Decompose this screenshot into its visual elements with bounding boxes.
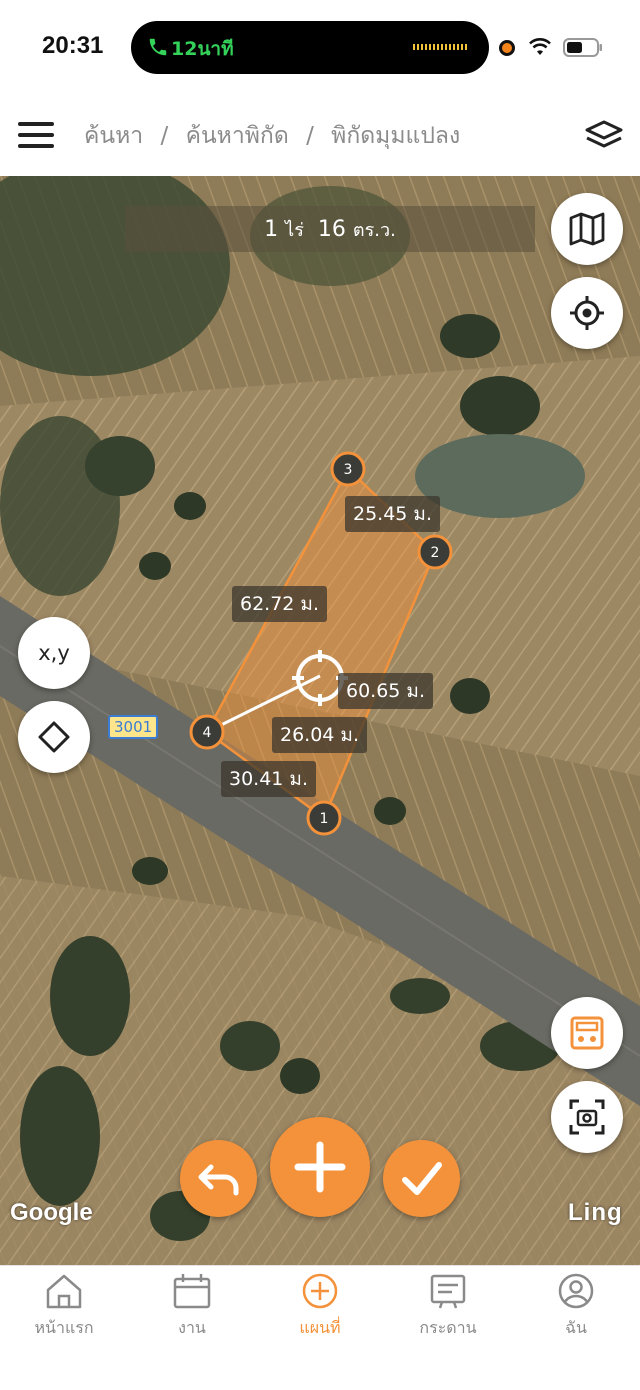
check-icon — [401, 1161, 442, 1195]
measurement-side-4-1: 30.41 ม. — [221, 761, 316, 797]
call-indicator[interactable]: 12นาที — [131, 21, 489, 74]
screenshot-icon — [569, 1099, 605, 1135]
nav-label-home: หน้าแรก — [34, 1318, 94, 1337]
battery-icon — [563, 38, 602, 57]
app-watermark: Ling — [568, 1199, 623, 1226]
plus-icon — [294, 1141, 346, 1193]
area-wa-unit: ตร.ว. — [352, 219, 396, 241]
xy-coordinate-button[interactable]: x,y — [18, 617, 90, 689]
measurement-side-2-1: 60.65 ม. — [338, 673, 433, 709]
nav-item-map[interactable]: แผนที่ — [260, 1272, 380, 1362]
breadcrumb-item-coordinate-search[interactable]: ค้นหาพิกัด — [186, 123, 289, 149]
measurement-diagonal: 26.04 ม. — [272, 717, 367, 753]
nav-item-me[interactable]: ฉัน — [516, 1272, 636, 1362]
top-app-bar: ค้นหา / ค้นหาพิกัด / พิกัดมุมแปลง — [0, 96, 640, 176]
vertex-1-label: 1 — [320, 811, 329, 827]
nav-label-tasks: งาน — [178, 1318, 206, 1337]
breadcrumb: ค้นหา / ค้นหาพิกัด / พิกัดมุมแปลง — [84, 118, 460, 154]
area-rai-value: 1 — [264, 216, 279, 242]
vertex-2-label: 2 — [431, 545, 440, 561]
app-screen: 20:31 12นาที ค้นหา / ค้นหาพิกัด / พิกัดม… — [0, 0, 640, 1390]
bottom-navigation: หน้าแรก งาน แผนที่ กระดาน ฉัน — [0, 1265, 640, 1390]
board-icon — [430, 1274, 466, 1309]
nav-item-home[interactable]: หน้าแรก — [4, 1272, 124, 1362]
calculator-icon — [570, 1016, 604, 1050]
call-duration: 12นาที — [171, 38, 234, 60]
status-time: 20:31 — [42, 32, 104, 59]
breadcrumb-separator: / — [306, 123, 314, 149]
google-attribution: Google — [10, 1199, 93, 1226]
satellite-map[interactable]: 1 2 3 4 1 ไร่ 16 ตร.ว. 25.45 ม. 62.72 ม.… — [0, 176, 640, 1265]
user-icon — [558, 1273, 594, 1309]
hamburger-menu-icon[interactable] — [18, 122, 54, 148]
locate-me-button[interactable] — [551, 277, 623, 349]
undo-button[interactable] — [180, 1140, 257, 1217]
phone-icon — [149, 38, 167, 56]
area-wa-value: 16 — [317, 216, 346, 242]
recording-dot-icon — [499, 40, 515, 56]
nav-label-board: กระดาน — [419, 1318, 477, 1337]
screenshot-button[interactable] — [551, 1081, 623, 1153]
map-icon — [569, 212, 605, 246]
locate-icon — [570, 296, 604, 330]
polygon-mode-button[interactable] — [18, 701, 90, 773]
diamond-icon — [38, 721, 70, 753]
road-number-badge: 3001 — [108, 715, 159, 739]
breadcrumb-separator: / — [160, 123, 169, 149]
vertex-4-label: 4 — [203, 725, 212, 741]
undo-icon — [198, 1164, 238, 1195]
audio-wave-icon — [413, 44, 469, 50]
confirm-button[interactable] — [383, 1140, 460, 1217]
area-summary: 1 ไร่ 16 ตร.ว. — [125, 206, 535, 252]
wifi-icon — [529, 38, 551, 55]
add-point-button[interactable] — [270, 1117, 370, 1217]
measurement-side-4-3: 62.72 ม. — [232, 586, 327, 622]
nav-item-board[interactable]: กระดาน — [388, 1272, 508, 1362]
calendar-icon — [173, 1274, 211, 1309]
vertex-3-label: 3 — [344, 462, 353, 478]
xy-button-label: x,y — [38, 641, 70, 665]
status-bar: 20:31 12นาที — [0, 0, 640, 96]
nav-label-me: ฉัน — [565, 1318, 587, 1337]
calculator-button[interactable] — [551, 997, 623, 1069]
nav-item-tasks[interactable]: งาน — [132, 1272, 252, 1362]
nav-label-map: แผนที่ — [299, 1318, 341, 1337]
home-icon — [46, 1274, 82, 1309]
layers-icon[interactable] — [584, 118, 624, 152]
add-circle-icon — [302, 1273, 338, 1309]
area-rai-unit: ไร่ — [285, 219, 304, 241]
map-type-button[interactable] — [551, 193, 623, 265]
measurement-side-3-2: 25.45 ม. — [345, 496, 440, 532]
breadcrumb-item-search[interactable]: ค้นหา — [84, 123, 143, 149]
breadcrumb-item-plot-corners: พิกัดมุมแปลง — [331, 123, 461, 149]
